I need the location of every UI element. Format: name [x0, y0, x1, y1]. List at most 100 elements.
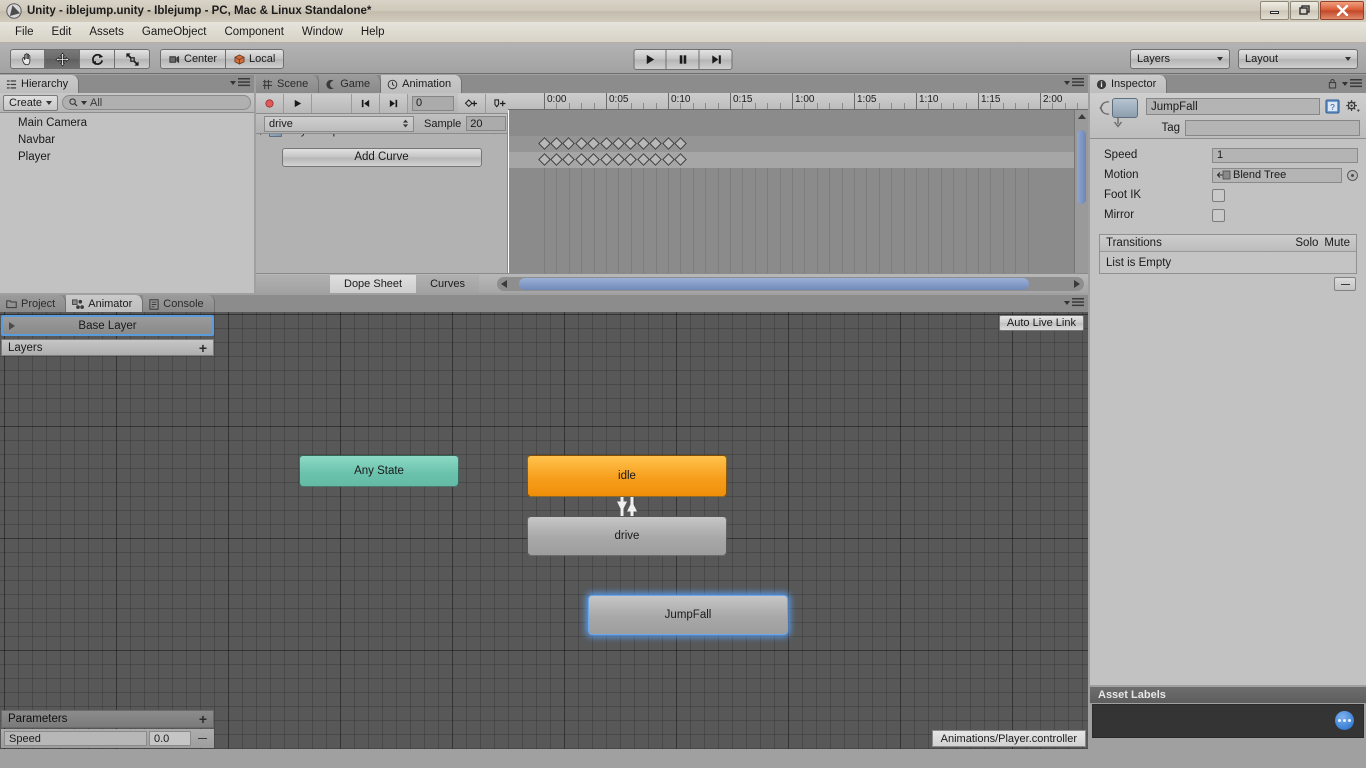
pivot-center-button[interactable]: Center [160, 49, 226, 69]
current-frame-input[interactable]: 0 [412, 96, 454, 111]
keyframe-diamond[interactable] [550, 153, 563, 166]
keyframe-diamond[interactable] [575, 153, 588, 166]
sample-rate-input[interactable]: 20 [466, 116, 506, 131]
remove-transition-button[interactable] [1334, 277, 1356, 291]
add-curve-button[interactable]: Add Curve [282, 148, 482, 167]
help-icon[interactable]: ? [1324, 99, 1340, 115]
keyframe-diamond[interactable] [587, 153, 600, 166]
hierarchy-panel-menu[interactable] [230, 78, 250, 87]
keyframe-diamond[interactable] [600, 137, 613, 150]
timeline-ruler[interactable]: 0:000:050:100:151:001:051:101:152:00 [508, 93, 1088, 110]
menu-component[interactable]: Component [215, 24, 292, 40]
keyframe-diamond[interactable] [662, 137, 675, 150]
scroll-left-arrow-icon[interactable] [501, 280, 507, 288]
keyframe-diamond[interactable] [674, 137, 687, 150]
menu-assets[interactable]: Assets [80, 24, 133, 40]
animator-state-machine-canvas[interactable]: Auto Live Link Base Layer Layers + Param… [0, 312, 1088, 749]
menu-file[interactable]: File [6, 24, 43, 40]
dope-row-sprite[interactable] [508, 152, 1074, 168]
create-button[interactable]: Create [3, 95, 58, 111]
tab-console[interactable]: Console [143, 295, 214, 313]
tab-animation[interactable]: Animation [381, 75, 462, 93]
restore-button[interactable] [1290, 1, 1319, 20]
keyframe-diamond[interactable] [649, 137, 662, 150]
animation-play-button[interactable] [284, 94, 312, 113]
keyframe-diamond[interactable] [637, 153, 650, 166]
auto-live-link-button[interactable]: Auto Live Link [999, 315, 1084, 331]
tab-animator[interactable]: Animator [66, 295, 143, 313]
transition-arrowhead[interactable] [617, 502, 627, 512]
scroll-right-arrow-icon[interactable] [1074, 280, 1080, 288]
keyframe-diamond[interactable] [575, 137, 588, 150]
layout-dropdown[interactable]: Layout [1238, 49, 1358, 69]
state-node-jumpfall[interactable]: JumpFall [588, 595, 788, 635]
timeline-vscroll-thumb[interactable] [1077, 130, 1086, 204]
dope-row-summary[interactable] [508, 136, 1074, 152]
menu-help[interactable]: Help [352, 24, 394, 40]
foldout-arrow-icon[interactable] [9, 322, 15, 330]
tab-game[interactable]: Game [319, 75, 381, 93]
add-parameter-button[interactable]: + [199, 713, 207, 725]
keyframe-diamond[interactable] [624, 153, 637, 166]
keyframe-diamond[interactable] [612, 137, 625, 150]
keyframe-diamond[interactable] [600, 153, 613, 166]
step-button[interactable] [700, 49, 733, 70]
parameter-name-input[interactable]: Speed [4, 731, 147, 746]
keyframe-diamond[interactable] [637, 137, 650, 150]
pivot-local-button[interactable]: Local [226, 49, 284, 69]
search-input[interactable]: All [62, 95, 251, 110]
property-motion-input[interactable]: Blend Tree [1212, 168, 1342, 183]
keyframe-diamond[interactable] [649, 153, 662, 166]
scale-tool-button[interactable] [115, 49, 150, 69]
add-layer-button[interactable]: + [199, 342, 207, 354]
clip-select-dropdown[interactable]: drive [264, 116, 414, 132]
parameter-value-input[interactable]: 0.0 [149, 731, 191, 746]
pause-button[interactable] [667, 49, 700, 70]
keyframe-diamond[interactable] [612, 153, 625, 166]
keyframe-diamond[interactable] [562, 153, 575, 166]
tab-hierarchy[interactable]: Hierarchy [0, 75, 79, 93]
layer-item-base-layer[interactable]: Base Layer [1, 315, 214, 336]
remove-parameter-button[interactable] [193, 731, 211, 746]
keyframe-diamond[interactable] [662, 153, 675, 166]
keyframe-diamond[interactable] [624, 137, 637, 150]
prev-keyframe-button[interactable] [352, 94, 380, 113]
state-node-any-state[interactable]: Any State [299, 455, 459, 487]
add-keyframe-button[interactable] [458, 94, 486, 113]
hand-tool-button[interactable] [10, 49, 45, 69]
timeline-hscroll-thumb[interactable] [519, 278, 1029, 290]
tag-input[interactable] [1185, 120, 1360, 136]
animation-panel-menu[interactable] [1064, 78, 1084, 87]
curves-tab[interactable]: Curves [416, 275, 479, 293]
inspector-panel-menu[interactable] [1328, 78, 1362, 89]
move-tool-button[interactable] [45, 49, 80, 69]
menu-gameobject[interactable]: GameObject [133, 24, 216, 40]
keyframe-diamond[interactable] [587, 137, 600, 150]
keyframe-diamond[interactable] [538, 153, 551, 166]
rotate-tool-button[interactable] [80, 49, 115, 69]
menu-edit[interactable]: Edit [43, 24, 81, 40]
asset-labels-menu-button[interactable] [1335, 711, 1354, 730]
record-button[interactable] [256, 94, 284, 113]
tab-scene[interactable]: Scene [256, 75, 319, 93]
tab-inspector[interactable]: Inspector [1090, 75, 1167, 93]
keyframe-diamond[interactable] [674, 153, 687, 166]
hierarchy-item-navbar[interactable]: Navbar [0, 132, 254, 149]
property-speed-input[interactable]: 1 [1212, 148, 1358, 163]
playhead[interactable] [508, 110, 509, 273]
next-keyframe-button[interactable] [380, 94, 408, 113]
transition-arrowhead[interactable] [627, 502, 637, 512]
hierarchy-item-main-camera[interactable]: Main Camera [0, 115, 254, 132]
minimize-button[interactable] [1260, 1, 1289, 20]
tab-project[interactable]: Project [0, 295, 66, 313]
asset-labels-body[interactable] [1092, 704, 1364, 738]
layers-dropdown[interactable]: Layers [1130, 49, 1230, 69]
dope-sheet-area[interactable] [508, 110, 1074, 273]
keyframe-diamond[interactable] [538, 137, 551, 150]
keyframe-diamond[interactable] [562, 137, 575, 150]
scroll-up-arrow-icon[interactable] [1078, 114, 1086, 119]
state-node-drive[interactable]: drive [527, 516, 727, 556]
close-button[interactable] [1320, 1, 1364, 20]
gear-icon[interactable] [1344, 99, 1360, 115]
play-button[interactable] [634, 49, 667, 70]
